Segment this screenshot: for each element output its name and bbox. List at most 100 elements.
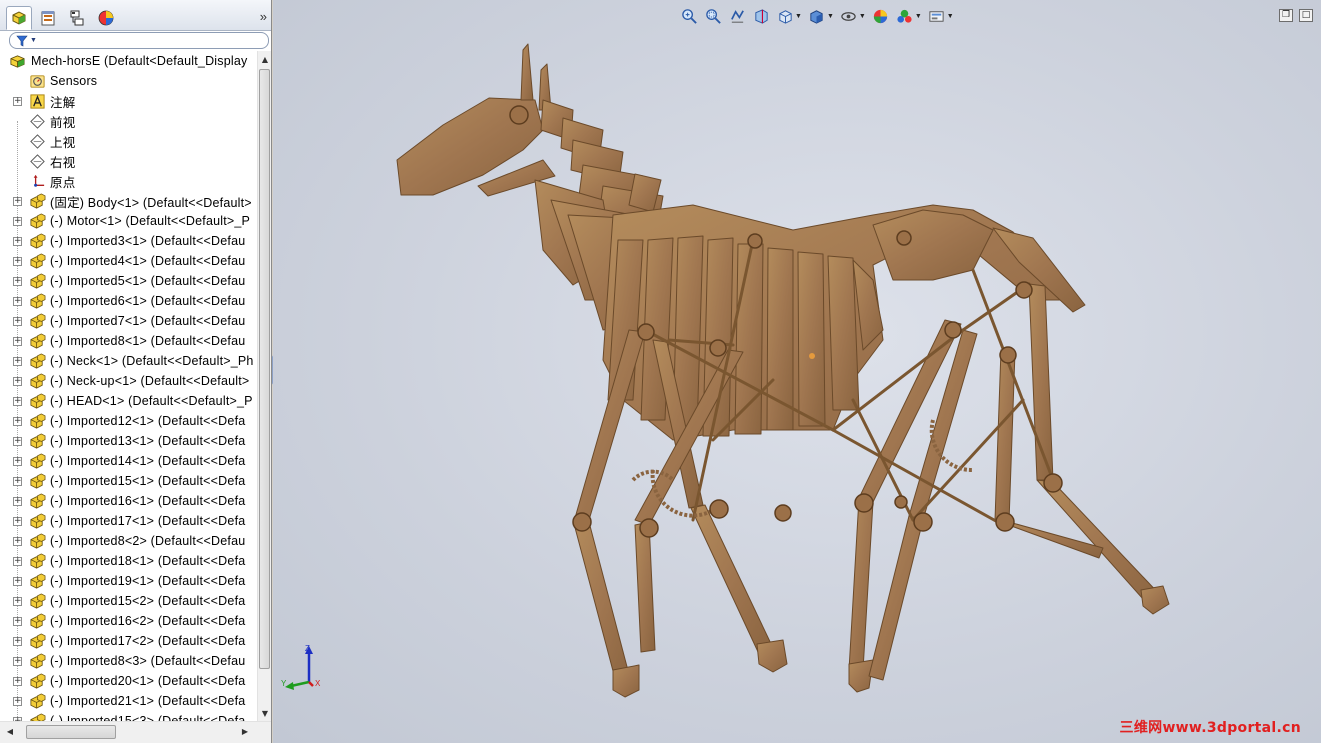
vertical-scroll-thumb[interactable] — [259, 69, 270, 669]
tree-item[interactable]: + (-) Motor<1> (Default<<Default>_P — [0, 211, 257, 231]
restore-icon[interactable]: ❐ — [1279, 9, 1293, 22]
expand-toggle[interactable]: + — [13, 516, 22, 526]
view-orientation-button[interactable] — [774, 6, 796, 26]
tree-item-label: 上视 — [50, 135, 76, 150]
view-settings-button[interactable] — [926, 6, 948, 26]
tab-displaymanager[interactable] — [93, 6, 119, 30]
zoom-to-fit-button[interactable] — [678, 6, 700, 26]
tab-overflow-button[interactable]: » — [260, 9, 267, 24]
expand-toggle[interactable]: + — [13, 336, 22, 346]
tree-item[interactable]: + (固定) Body<1> (Default<<Default> — [0, 191, 257, 211]
expand-toggle[interactable]: + — [13, 696, 22, 706]
mech-horse-model[interactable] — [273, 0, 1321, 743]
dropdown-caret-icon[interactable]: ▼ — [947, 13, 954, 20]
dropdown-caret-icon[interactable]: ▼ — [827, 13, 834, 20]
tree-item[interactable]: + (-) Imported6<1> (Default<<Defau — [0, 291, 257, 311]
graphics-area[interactable]: ▼ ▼ ▼ ▼ ▼ ❐ □ Z Y X 三维网www.3dportal.cn — [273, 0, 1321, 743]
scroll-right-icon[interactable]: ▶ — [238, 724, 252, 740]
tree-item[interactable]: + (-) Imported15<1> (Default<<Defa — [0, 471, 257, 491]
tree-item[interactable]: + (-) Imported5<1> (Default<<Defau — [0, 271, 257, 291]
expand-toggle[interactable]: + — [13, 256, 22, 266]
tree-item[interactable]: + (-) Imported16<2> (Default<<Defa — [0, 611, 257, 631]
zoom-to-area-button[interactable] — [702, 6, 724, 26]
scroll-up-icon[interactable]: ▲ — [258, 53, 272, 67]
tree-item[interactable]: + (-) Imported18<1> (Default<<Defa — [0, 551, 257, 571]
expand-toggle[interactable]: + — [13, 216, 22, 226]
expand-toggle[interactable]: + — [13, 676, 22, 686]
tree-item-label: (固定) Body<1> (Default<<Default> — [50, 195, 252, 210]
tree-item[interactable]: + (-) Imported20<1> (Default<<Defa — [0, 671, 257, 691]
display-style-button[interactable] — [806, 6, 828, 26]
expand-toggle[interactable]: + — [13, 616, 22, 626]
tree-item[interactable]: + (-) Imported15<2> (Default<<Defa — [0, 591, 257, 611]
expand-toggle[interactable]: + — [13, 536, 22, 546]
expand-toggle[interactable]: + — [13, 636, 22, 646]
tree-item[interactable]: + (-) Imported16<1> (Default<<Defa — [0, 491, 257, 511]
tree-item[interactable]: + (-) Imported8<3> (Default<<Defau — [0, 651, 257, 671]
tree-item[interactable]: + (-) Imported21<1> (Default<<Defa — [0, 691, 257, 711]
tab-propertymanager[interactable] — [35, 6, 61, 30]
maximize-icon[interactable]: □ — [1299, 9, 1313, 22]
tree-item[interactable]: + (-) Imported13<1> (Default<<Defa — [0, 431, 257, 451]
scroll-down-icon[interactable]: ▼ — [258, 707, 272, 721]
tree-item-label: 右视 — [50, 155, 76, 170]
tree-item[interactable]: + (-) Imported12<1> (Default<<Defa — [0, 411, 257, 431]
expand-toggle[interactable]: + — [13, 656, 22, 666]
expand-toggle[interactable]: + — [13, 416, 22, 426]
tree-root-item[interactable]: Mech-horsE (Default<Default_Display — [0, 51, 257, 71]
dropdown-caret-icon[interactable]: ▼ — [915, 13, 922, 20]
tree-item[interactable]: + (-) HEAD<1> (Default<<Default>_P — [0, 391, 257, 411]
expand-toggle[interactable]: + — [13, 576, 22, 586]
tree-vertical-scrollbar[interactable]: ▲ ▼ — [257, 51, 271, 721]
expand-toggle[interactable]: + — [13, 396, 22, 406]
feature-tree-filter[interactable]: ▼ — [9, 32, 269, 49]
apply-scene-button[interactable] — [894, 6, 916, 26]
horizontal-scroll-thumb[interactable] — [26, 725, 116, 739]
tree-item[interactable]: + (-) Imported14<1> (Default<<Defa — [0, 451, 257, 471]
expand-toggle[interactable]: + — [13, 456, 22, 466]
previous-view-button[interactable] — [726, 6, 748, 26]
expand-toggle[interactable]: + — [13, 596, 22, 606]
tree-item-label: (-) Imported12<1> (Default<<Defa — [50, 414, 246, 428]
subassembly-icon — [28, 472, 46, 490]
tab-featuremanager[interactable] — [6, 6, 32, 30]
expand-toggle[interactable]: + — [13, 556, 22, 566]
dropdown-caret-icon[interactable]: ▼ — [795, 13, 802, 20]
expand-toggle[interactable]: + — [13, 356, 22, 366]
tree-item[interactable]: 前视 — [0, 111, 257, 131]
tab-configurationmanager[interactable] — [64, 6, 90, 30]
scroll-left-icon[interactable]: ◀ — [3, 724, 17, 740]
dropdown-caret-icon[interactable]: ▼ — [859, 13, 866, 20]
tree-item[interactable]: 右视 — [0, 151, 257, 171]
tree-item[interactable]: + (-) Imported8<1> (Default<<Defau — [0, 331, 257, 351]
subassembly-icon — [28, 612, 46, 630]
tree-item[interactable]: + (-) Imported8<2> (Default<<Defau — [0, 531, 257, 551]
tree-item[interactable]: 上视 — [0, 131, 257, 151]
expand-toggle[interactable]: + — [13, 276, 22, 286]
expand-toggle[interactable]: + — [13, 316, 22, 326]
tree-item[interactable]: + (-) Imported17<2> (Default<<Defa — [0, 631, 257, 651]
expand-toggle[interactable]: + — [13, 376, 22, 386]
tree-item[interactable]: + (-) Imported17<1> (Default<<Defa — [0, 511, 257, 531]
expand-toggle[interactable]: + — [13, 196, 22, 206]
hide-show-items-button[interactable] — [838, 6, 860, 26]
tree-item[interactable]: + (-) Imported4<1> (Default<<Defau — [0, 251, 257, 271]
edit-appearance-button[interactable] — [870, 6, 892, 26]
tree-item[interactable]: + (-) Imported7<1> (Default<<Defau — [0, 311, 257, 331]
expand-toggle[interactable]: + — [13, 476, 22, 486]
section-view-button[interactable] — [750, 6, 772, 26]
expand-toggle[interactable]: + — [13, 236, 22, 246]
tree-item[interactable]: + (-) Neck<1> (Default<<Default>_Ph — [0, 351, 257, 371]
expand-toggle[interactable]: + — [13, 496, 22, 506]
tree-item[interactable]: + 注解 — [0, 91, 257, 111]
tree-horizontal-scrollbar[interactable]: ◀ ▶ — [0, 721, 271, 743]
expand-toggle[interactable]: + — [13, 296, 22, 306]
tree-item[interactable]: Sensors — [0, 71, 257, 91]
tree-item[interactable]: 原点 — [0, 171, 257, 191]
expand-toggle[interactable]: + — [13, 436, 22, 446]
expand-toggle[interactable]: + — [13, 96, 22, 106]
tree-item[interactable]: + (-) Imported3<1> (Default<<Defau — [0, 231, 257, 251]
tree-item[interactable]: + (-) Imported15<3> (Default<<Defa — [0, 711, 257, 721]
tree-item[interactable]: + (-) Neck-up<1> (Default<<Default> — [0, 371, 257, 391]
tree-item[interactable]: + (-) Imported19<1> (Default<<Defa — [0, 571, 257, 591]
